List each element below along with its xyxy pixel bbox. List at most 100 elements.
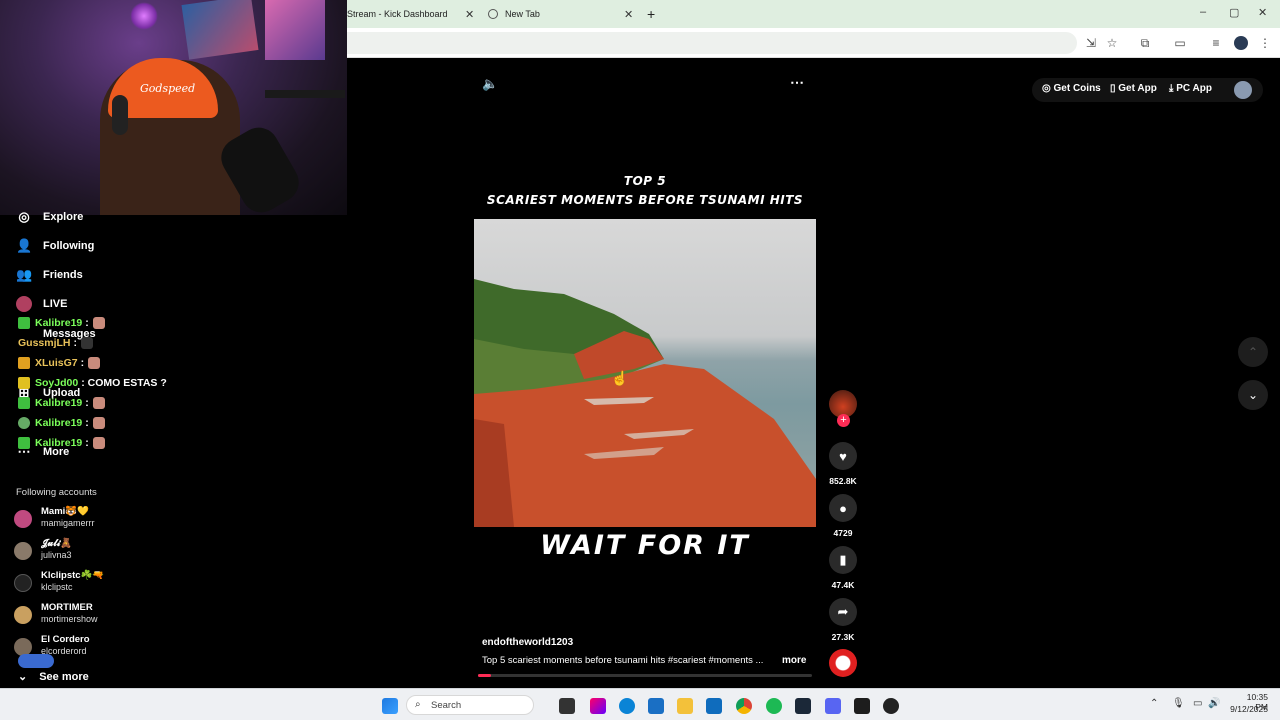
- comment-icon: ●: [839, 500, 847, 516]
- file-explorer-icon[interactable]: [677, 698, 693, 714]
- description-more-button[interactable]: more: [782, 655, 806, 666]
- avatar: [14, 542, 32, 560]
- browser-menu-icon[interactable]: ⋮: [1258, 36, 1272, 50]
- comment-count: 4729: [833, 528, 853, 538]
- avatar: [14, 510, 32, 528]
- tray-chevron-icon[interactable]: ⌃: [1150, 698, 1158, 709]
- music-disc-icon[interactable]: [829, 649, 857, 677]
- following-accounts-heading: Following accounts: [16, 487, 97, 498]
- store-icon[interactable]: [648, 698, 664, 714]
- chat-text: :: [80, 357, 85, 369]
- avatar: [14, 574, 32, 592]
- chat-message: Kalibre19 :: [18, 437, 105, 449]
- comment-button[interactable]: ●: [829, 494, 857, 522]
- user-avatar[interactable]: [1234, 81, 1252, 99]
- video-author[interactable]: endoftheworld1203: [482, 637, 573, 648]
- more-options-icon[interactable]: ⋯: [790, 74, 804, 91]
- chat-message: Kalibre19 :: [18, 397, 105, 409]
- chat-emote: [92, 437, 105, 449]
- video-title-line1: TOP 5: [623, 174, 667, 188]
- install-icon[interactable]: ⇲: [1084, 36, 1098, 50]
- copilot-icon[interactable]: [590, 698, 606, 714]
- previous-video-button[interactable]: ⌃: [1238, 337, 1268, 367]
- discord-icon[interactable]: [825, 698, 841, 714]
- tab-new-tab[interactable]: New Tab ✕: [488, 4, 638, 24]
- see-more-link[interactable]: ⌄ See more: [18, 670, 89, 683]
- get-coins-label: Get Coins: [1053, 83, 1101, 94]
- get-coins-button[interactable]: ◎ Get Coins: [1042, 83, 1101, 94]
- chat-message: XLuisG7 :: [18, 357, 101, 369]
- close-tab-icon[interactable]: ✕: [465, 8, 474, 21]
- player-controls-top: 🔈 ⋯: [474, 70, 816, 100]
- coastline-scene: [474, 279, 816, 527]
- display-icon[interactable]: ▭: [1193, 698, 1202, 709]
- chat-text: :: [73, 337, 78, 349]
- edge-icon[interactable]: [619, 698, 635, 714]
- chat-user: Kalibre19: [35, 417, 83, 429]
- overlay-badge: [18, 654, 54, 668]
- microphone-icon[interactable]: 🎙: [1172, 698, 1185, 709]
- account-name: Mami🐯💛: [41, 506, 89, 517]
- app-icon[interactable]: [883, 698, 899, 714]
- chat-message: GussmjLH :: [18, 337, 94, 349]
- get-app-label: Get App: [1118, 83, 1157, 94]
- chat-emote: [88, 357, 101, 369]
- search-placeholder: Search: [431, 700, 462, 711]
- avatar: [14, 606, 32, 624]
- volume-icon[interactable]: 🔈: [482, 76, 498, 92]
- tab-kick-dashboard[interactable]: Stream - Kick Dashboard ✕: [347, 4, 477, 24]
- media-control-icon[interactable]: ≡: [1209, 36, 1223, 50]
- top-actions-bar: ◎ Get Coins ▯ Get App ⤓ PC App: [1032, 78, 1263, 102]
- account-name: El Cordero: [41, 634, 90, 645]
- spotify-icon[interactable]: [766, 698, 782, 714]
- browser-tab-bar: Stream - Kick Dashboard ✕ New Tab ✕ + – …: [347, 0, 1280, 28]
- get-app-button[interactable]: ▯ Get App: [1110, 83, 1157, 94]
- next-video-button[interactable]: ⌄: [1238, 380, 1268, 410]
- video-progress-fill: [478, 674, 492, 677]
- minimize-button[interactable]: –: [1200, 6, 1206, 18]
- restore-button[interactable]: ▢: [1229, 6, 1239, 19]
- nav-explore[interactable]: ◎ Explore: [16, 207, 83, 227]
- new-tab-button[interactable]: +: [647, 4, 655, 24]
- nav-label: LIVE: [43, 298, 68, 310]
- start-icon[interactable]: [382, 698, 398, 714]
- volume-tray-icon[interactable]: 🔊: [1208, 698, 1220, 709]
- share-button[interactable]: ➦: [829, 598, 857, 626]
- chat-emote: [92, 397, 105, 409]
- nav-live[interactable]: LIVE: [16, 294, 67, 314]
- bookmark-star-icon[interactable]: ☆: [1105, 36, 1119, 50]
- steam-icon[interactable]: [795, 698, 811, 714]
- follow-plus-icon[interactable]: +: [837, 414, 850, 427]
- see-more-label: See more: [39, 671, 89, 683]
- chat-message: Kalibre19 :: [18, 417, 105, 429]
- chrome-icon[interactable]: [736, 698, 752, 714]
- pc-app-label: PC App: [1176, 83, 1212, 94]
- outlook-icon[interactable]: [706, 698, 722, 714]
- chat-badge: [18, 417, 30, 429]
- pc-app-button[interactable]: ⤓ PC App: [1169, 83, 1212, 94]
- save-button[interactable]: ▮: [829, 546, 857, 574]
- taskbar-date[interactable]: 9/12/2025: [1226, 704, 1268, 714]
- chevron-down-icon: ⌄: [18, 671, 28, 683]
- profile-avatar[interactable]: [1234, 36, 1248, 50]
- nav-friends[interactable]: 👥 Friends: [16, 265, 83, 285]
- extensions-icon[interactable]: ⧉: [1138, 36, 1152, 50]
- task-view-icon[interactable]: [559, 698, 575, 714]
- like-button[interactable]: ♥: [829, 442, 857, 470]
- address-bar[interactable]: [347, 32, 1077, 54]
- video-frame[interactable]: ☝: [474, 219, 816, 527]
- taskbar-search[interactable]: ⌕ Search: [406, 695, 534, 715]
- chat-text: :: [85, 317, 89, 329]
- cast-icon[interactable]: ▭: [1173, 36, 1187, 50]
- close-window-button[interactable]: ✕: [1258, 6, 1267, 19]
- video-progress-bar[interactable]: [478, 674, 812, 677]
- chat-badge: [18, 397, 30, 409]
- nav-following[interactable]: 👤 Following: [16, 236, 94, 256]
- compass-icon: ◎: [18, 209, 30, 224]
- video-title-line2: SCARIEST MOMENTS BEFORE TSUNAMI HITS: [486, 193, 804, 207]
- chat-message: Kalibre19 :: [18, 317, 105, 329]
- chat-user: GussmjLH: [18, 337, 71, 349]
- close-tab-icon[interactable]: ✕: [624, 8, 633, 21]
- terminal-icon[interactable]: [854, 698, 870, 714]
- chat-user: XLuisG7: [35, 357, 78, 369]
